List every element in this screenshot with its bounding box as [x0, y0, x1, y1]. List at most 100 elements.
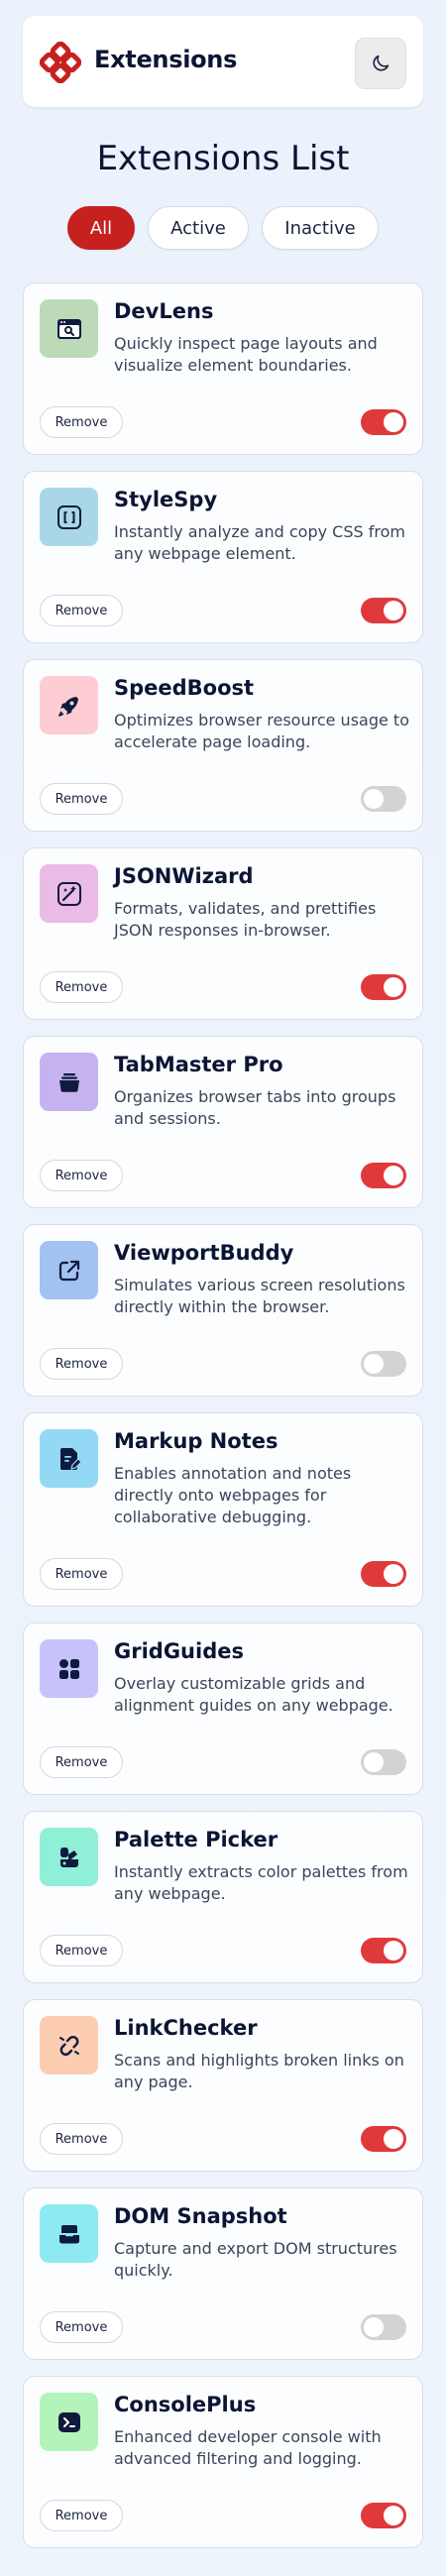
toggle-knob — [384, 1941, 403, 1960]
extension-icon — [40, 1429, 98, 1488]
extension-name: LinkChecker — [114, 2016, 258, 2040]
remove-button[interactable]: Remove — [40, 1348, 123, 1380]
remove-button[interactable]: Remove — [40, 783, 123, 815]
remove-button[interactable]: Remove — [40, 971, 123, 1003]
terminal-icon — [57, 2411, 80, 2432]
extension-icon — [40, 2204, 98, 2263]
extension-name: Markup Notes — [114, 1429, 279, 1453]
active-toggle[interactable] — [361, 1561, 406, 1587]
extension-name: JSONWizard — [114, 864, 254, 888]
extension-description: Overlay customizable grids and alignment… — [114, 1674, 393, 1715]
extension-name: ConsolePlus — [114, 2393, 257, 2416]
extension-card: LinkChecker Scans and highlights broken … — [23, 1999, 423, 2172]
extension-description: Simulates various screen resolutions dir… — [114, 1276, 405, 1316]
toggle-knob — [364, 1752, 384, 1772]
filter-inactive-button[interactable]: Inactive — [262, 206, 379, 250]
extension-icon — [40, 1241, 98, 1299]
extension-icon — [40, 1053, 98, 1111]
active-toggle[interactable] — [361, 1351, 406, 1377]
filter-tabs: All Active Inactive — [0, 206, 446, 250]
remove-button[interactable]: Remove — [40, 406, 123, 438]
extension-description: Scans and highlights broken links on any… — [114, 2051, 404, 2091]
extension-card: JSONWizard Formats, validates, and prett… — [23, 847, 423, 1020]
active-toggle[interactable] — [361, 409, 406, 435]
external-link-icon — [58, 1260, 79, 1281]
extension-card: Markup Notes Enables annotation and note… — [23, 1412, 423, 1607]
extension-card: TabMaster Pro Organizes browser tabs int… — [23, 1036, 423, 1208]
remove-button[interactable]: Remove — [40, 1558, 123, 1590]
remove-button[interactable]: Remove — [40, 1935, 123, 1966]
active-toggle[interactable] — [361, 598, 406, 623]
extension-card: DOM Snapshot Capture and export DOM stru… — [23, 2187, 423, 2360]
extension-card: GridGuides Overlay customizable grids an… — [23, 1623, 423, 1795]
extension-card: StyleSpy Instantly analyze and copy CSS … — [23, 471, 423, 643]
broken-link-icon — [58, 2035, 79, 2056]
logo-icon — [40, 42, 81, 83]
extension-name: DevLens — [114, 299, 214, 323]
extension-card: ViewportBuddy Simulates various screen r… — [23, 1224, 423, 1397]
remove-button[interactable]: Remove — [40, 2500, 123, 2531]
extension-name: GridGuides — [114, 1639, 244, 1663]
extension-name: DOM Snapshot — [114, 2204, 287, 2228]
filter-active-button[interactable]: Active — [148, 206, 249, 250]
code-brackets-icon — [56, 504, 81, 529]
extension-icon — [40, 864, 98, 923]
extension-icon — [40, 299, 98, 358]
toggle-knob — [364, 2317, 384, 2337]
extension-icon — [40, 2016, 98, 2074]
filter-all-button[interactable]: All — [67, 206, 135, 250]
active-toggle[interactable] — [361, 2126, 406, 2152]
extension-icon — [40, 1828, 98, 1886]
remove-button[interactable]: Remove — [40, 595, 123, 626]
extension-description: Instantly analyze and copy CSS from any … — [114, 522, 405, 563]
extension-icon — [40, 1639, 98, 1698]
toggle-knob — [384, 1564, 403, 1584]
remove-button[interactable]: Remove — [40, 2123, 123, 2155]
extension-description: Organizes browser tabs into groups and s… — [114, 1087, 396, 1128]
snapshot-icon — [58, 2224, 79, 2243]
extension-name: StyleSpy — [114, 488, 218, 511]
palette-icon — [59, 1847, 78, 1867]
active-toggle[interactable] — [361, 2503, 406, 2528]
wand-icon — [56, 881, 81, 906]
theme-toggle-button[interactable] — [355, 38, 406, 89]
toggle-knob — [384, 1166, 403, 1185]
tabs-stack-icon — [58, 1072, 79, 1092]
extension-description: Formats, validates, and prettifies JSON … — [114, 899, 377, 940]
toggle-knob — [384, 977, 403, 997]
extension-icon — [40, 488, 98, 546]
active-toggle[interactable] — [361, 1749, 406, 1775]
toggle-knob — [384, 412, 403, 432]
extension-card: Palette Picker Instantly extracts color … — [23, 1811, 423, 1983]
active-toggle[interactable] — [361, 974, 406, 1000]
toggle-knob — [384, 2129, 403, 2149]
toggle-knob — [384, 2506, 403, 2525]
remove-button[interactable]: Remove — [40, 2311, 123, 2343]
extension-description: Enhanced developer console with advanced… — [114, 2427, 382, 2468]
extension-card: SpeedBoost Optimizes browser resource us… — [23, 659, 423, 832]
grid-icon — [58, 1658, 79, 1679]
extension-description: Optimizes browser resource usage to acce… — [114, 711, 409, 751]
extension-name: ViewportBuddy — [114, 1241, 294, 1265]
extension-icon — [40, 676, 98, 734]
active-toggle[interactable] — [361, 1163, 406, 1188]
extension-description: Quickly inspect page layouts and visuali… — [114, 334, 378, 375]
extension-description: Enables annotation and notes directly on… — [114, 1464, 352, 1526]
note-edit-icon — [59, 1447, 82, 1470]
active-toggle[interactable] — [361, 2314, 406, 2340]
header: Extensions — [23, 16, 423, 107]
active-toggle[interactable] — [361, 786, 406, 812]
extension-name: SpeedBoost — [114, 676, 255, 700]
inspect-window-icon — [56, 318, 81, 339]
active-toggle[interactable] — [361, 1938, 406, 1963]
moon-icon — [373, 55, 390, 71]
page-title: Extensions List — [96, 139, 350, 178]
remove-button[interactable]: Remove — [40, 1160, 123, 1191]
rocket-icon — [57, 696, 78, 717]
toggle-knob — [384, 601, 403, 620]
extension-card: ConsolePlus Enhanced developer console w… — [23, 2376, 423, 2548]
extension-description: Instantly extracts color palettes from a… — [114, 1862, 408, 1903]
remove-button[interactable]: Remove — [40, 1746, 123, 1778]
extension-icon — [40, 2393, 98, 2451]
toggle-knob — [364, 1354, 384, 1374]
